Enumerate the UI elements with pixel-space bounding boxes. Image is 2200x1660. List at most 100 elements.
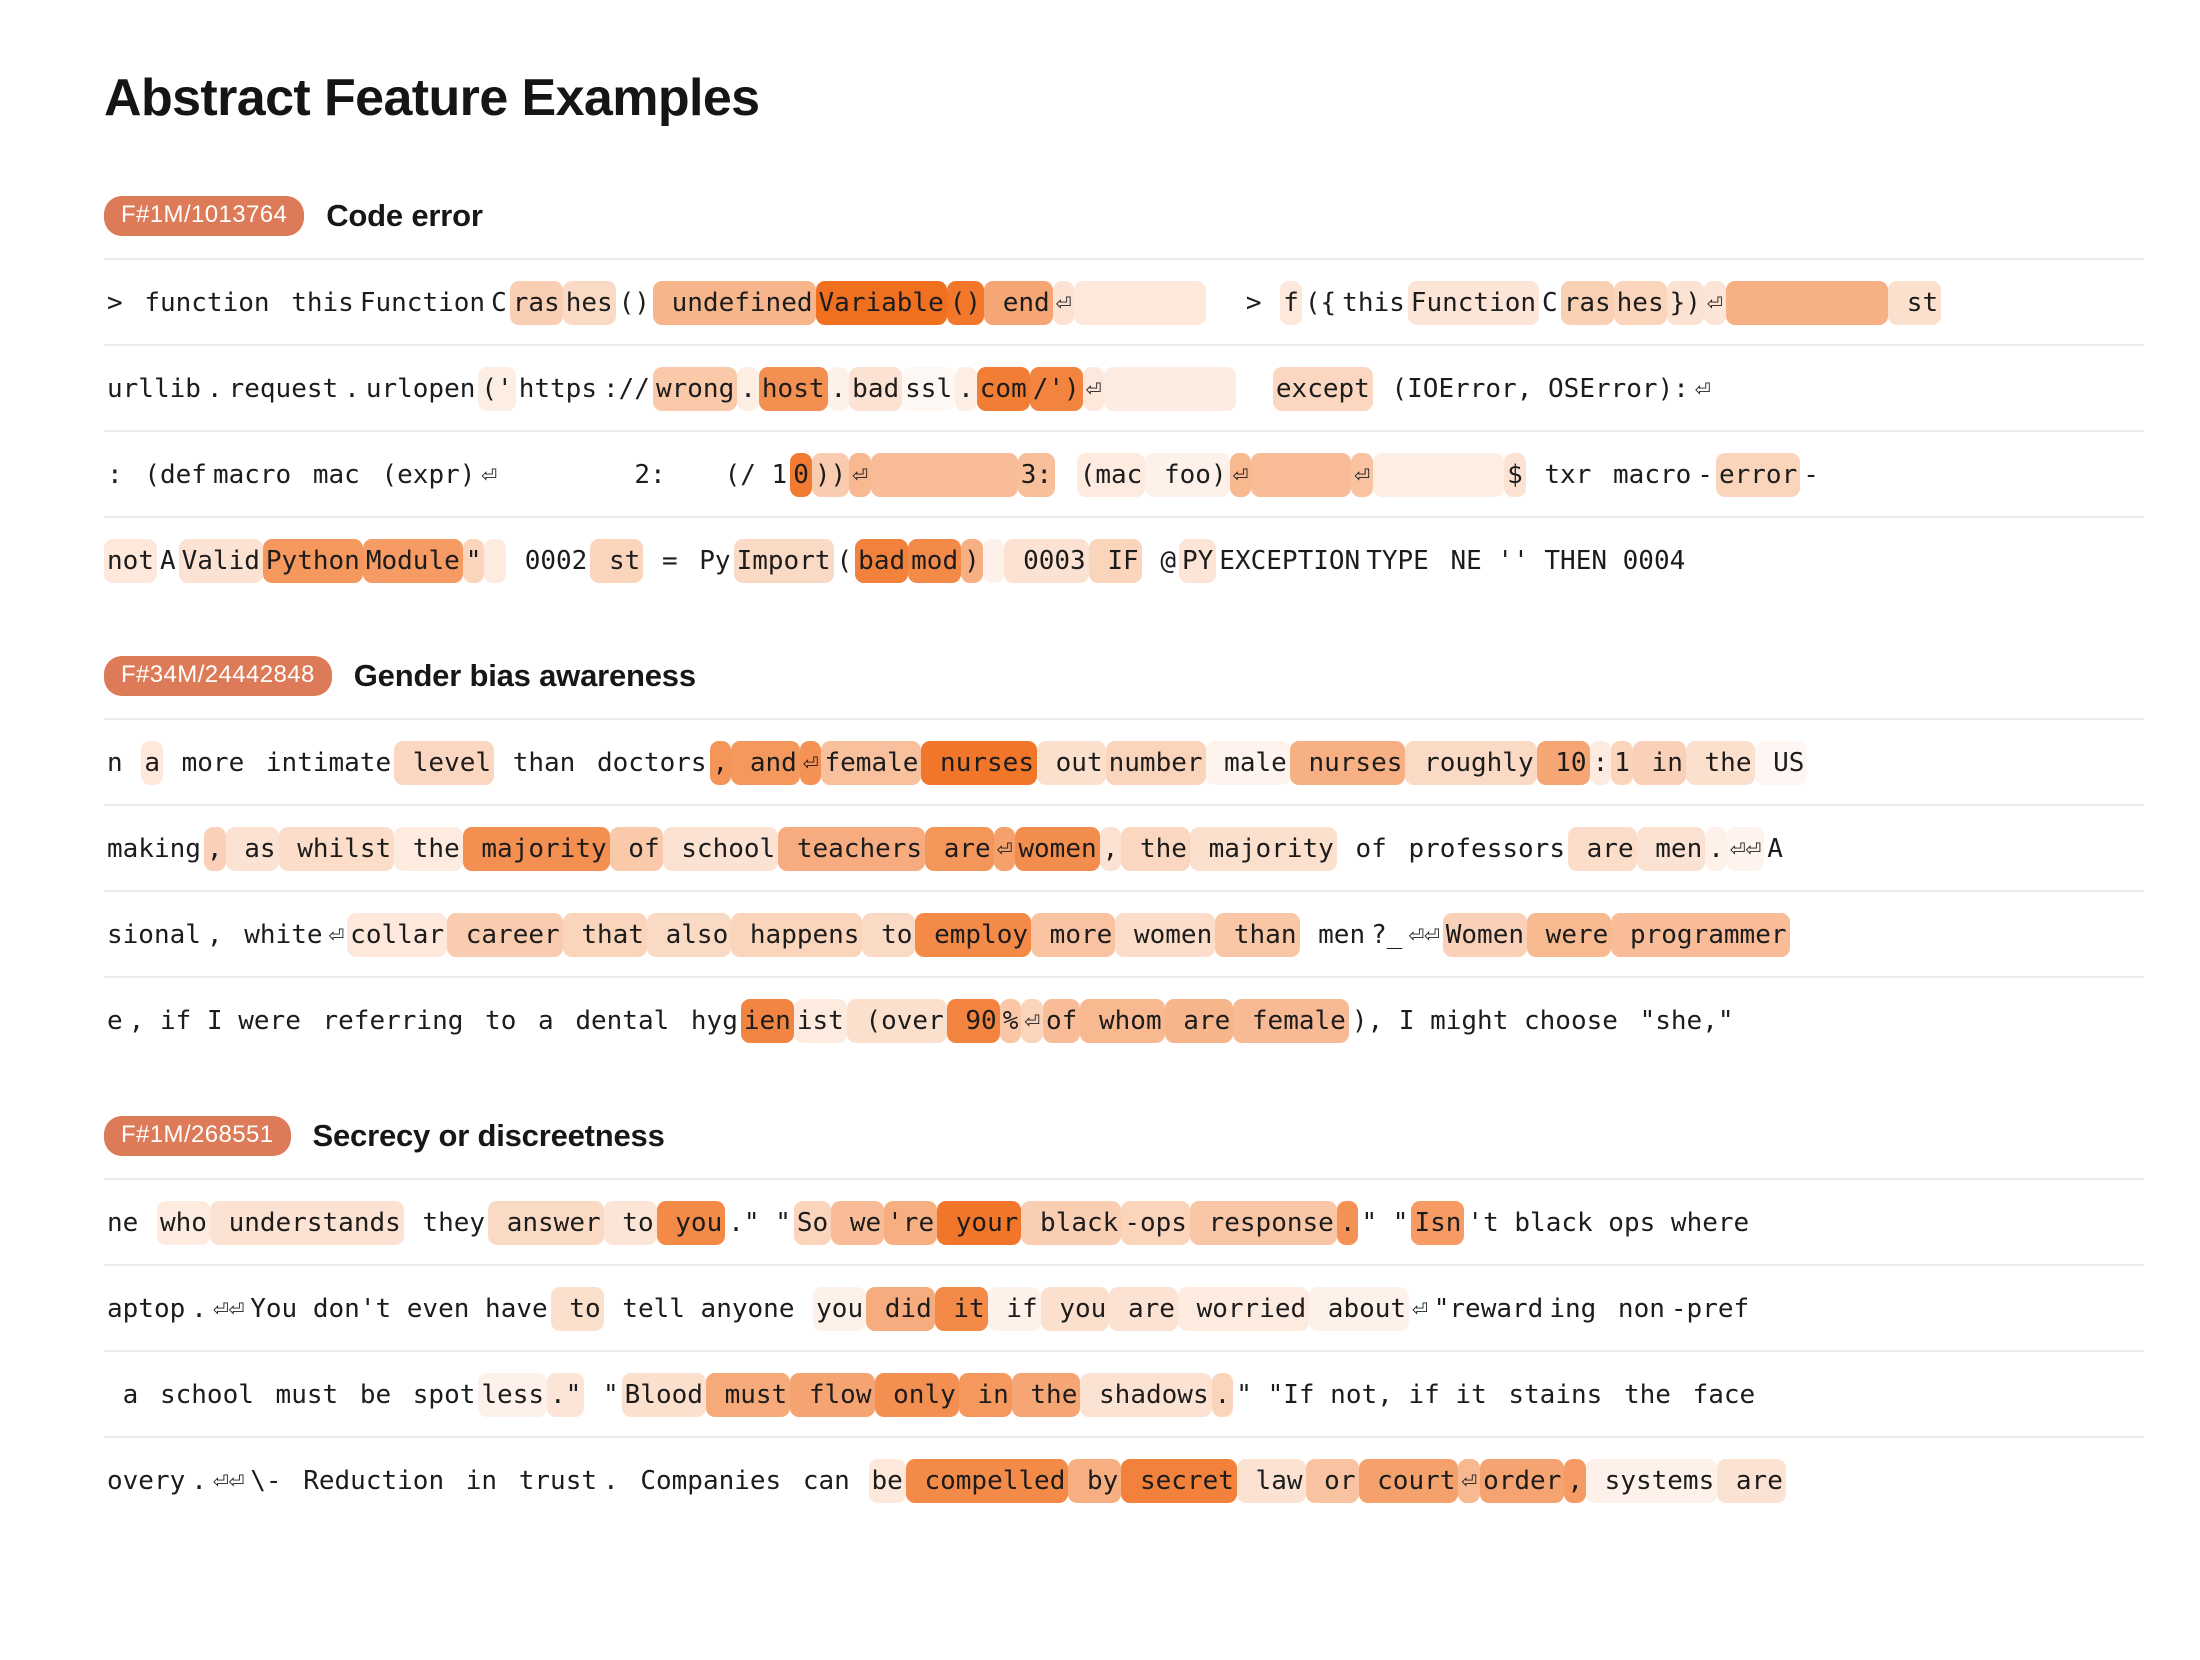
feature-name-label: Gender bias awareness (353, 658, 696, 693)
activation-token: whom (1080, 998, 1165, 1043)
activation-token: error (1715, 452, 1801, 497)
activation-token: st (590, 538, 644, 583)
activation-token: you (1040, 1286, 1110, 1331)
activation-token: NE '' THEN 0004 (1434, 545, 1686, 576)
example-row[interactable]: a school must be spot less ." " Blood must … (104, 1352, 2144, 1438)
feature-header: F#1M/1013764 Code error (104, 196, 2200, 258)
activation-token: or (1305, 1458, 1359, 1503)
activation-token: nurses (921, 740, 1037, 785)
activation-token: to (550, 1286, 604, 1331)
activation-token: 0003 (1004, 538, 1089, 583)
activation-token: , if I were (128, 1005, 317, 1036)
feature-id-badge[interactable]: F#34M/24442848 (104, 656, 332, 696)
activation-token: were (1527, 912, 1612, 957)
activation-token: 3: (1017, 452, 1056, 497)
feature-id-badge[interactable]: F#1M/268551 (104, 1116, 291, 1156)
activation-token: we (831, 1200, 885, 1245)
activation-token: - (1697, 459, 1713, 490)
activation-token: mac (297, 459, 376, 490)
activation-token: macro (212, 459, 292, 490)
activation-token: Module (362, 538, 463, 583)
activation-token: roughly (1405, 740, 1537, 785)
activation-token: a (538, 1005, 570, 1036)
activation-token: hes (562, 280, 616, 325)
activation-token: ing (1549, 1293, 1597, 1324)
example-row[interactable]: n a more intimate level than doctors, an… (104, 720, 2144, 806)
activation-token: Import (733, 538, 834, 583)
activation-token: flow (790, 1372, 875, 1417)
example-row[interactable]: e, if I were referring to a dental hyg ie… (104, 978, 2144, 1062)
example-row[interactable]: overy. ⏎⏎ \- Reduction in trust. Companies… (104, 1438, 2144, 1522)
activation-token: , (1564, 1458, 1587, 1503)
activation-token: " "If not, if it (1236, 1379, 1503, 1410)
activation-token: request (228, 373, 339, 404)
feature-name-label: Code error (326, 198, 483, 233)
activation-token: tell anyone (606, 1293, 811, 1324)
activation-token: this (291, 287, 354, 318)
activation-token: as (225, 826, 279, 871)
activation-token: Isn (1411, 1200, 1465, 1245)
page-title: Abstract Feature Examples (104, 69, 760, 127)
example-row[interactable]: > function this Function Cras hes() undefin… (104, 260, 2144, 346)
activation-token: doctors (596, 747, 707, 778)
activation-token: aptop (107, 1293, 186, 1324)
activation-token: law (1236, 1458, 1306, 1503)
feature-block: F#34M/24442848 Gender bias awareness n a m… (0, 656, 2200, 1062)
activation-token: ⏎ (1412, 1293, 1428, 1324)
activation-token: the (1011, 1372, 1081, 1417)
activation-token (1104, 366, 1236, 411)
activation-token: ras (1560, 280, 1614, 325)
activation-token: . (955, 366, 977, 411)
activation-token: ⏎ (1351, 452, 1373, 497)
activation-token: 't black ops where (1467, 1207, 1750, 1238)
example-row[interactable]: : (def macro mac (expr) ⏎ 2: (/ 1 0)) ⏎ 3: (… (104, 432, 2144, 518)
activation-token: answer (488, 1200, 604, 1245)
activation-token (982, 538, 1005, 583)
activation-token (870, 452, 1018, 497)
activation-token: are (1109, 1286, 1178, 1331)
example-row[interactable]: aptop. ⏎⏎ You don't even have to tell anyo… (104, 1266, 2144, 1352)
activation-token: ⏎ (1229, 452, 1252, 497)
activation-token: this (1342, 287, 1405, 318)
activation-token: , (1099, 826, 1122, 871)
activation-token: female (1233, 998, 1349, 1043)
activation-token: " (462, 538, 485, 583)
activation-token: Women (1442, 912, 1528, 957)
activation-token: end (984, 280, 1053, 325)
activation-token: ⏎ (328, 919, 345, 950)
activation-token: urlopen (365, 373, 476, 404)
example-row[interactable]: sional, white ⏎ collar career that also ha… (104, 892, 2144, 978)
activation-token (1074, 280, 1206, 325)
activation-token: response (1189, 1200, 1337, 1245)
activation-token: also (646, 912, 732, 957)
activation-token: : (107, 459, 139, 490)
activation-token: more (165, 747, 260, 778)
feature-header: F#34M/24442848 Gender bias awareness (104, 656, 2200, 718)
activation-token: are (1567, 826, 1637, 871)
activation-token (1372, 452, 1505, 497)
feature-id-badge[interactable]: F#1M/1013764 (104, 196, 305, 236)
activation-token: shadows (1080, 1372, 1212, 1417)
activation-token: a (107, 1379, 154, 1410)
activation-token: secret (1121, 1458, 1237, 1503)
activation-token: 're (884, 1200, 938, 1245)
activation-token: So (793, 1200, 832, 1245)
example-row[interactable]: urllib. request. urlopen (' https://wrong. ho… (104, 346, 2144, 432)
example-row[interactable]: making, as whilst the majority of school… (104, 806, 2144, 892)
activation-token: :// (602, 373, 650, 404)
activation-token: "she," (1639, 1005, 1734, 1036)
feature-name-label: Secrecy or discreetness (312, 1118, 665, 1153)
example-row[interactable]: not A Valid Python Module " 0002 st = Py Impor… (104, 518, 2144, 602)
activation-token: % (999, 998, 1022, 1043)
example-row[interactable]: ne who understands they answer to you ." … (104, 1180, 2144, 1266)
activation-token: ist (793, 998, 847, 1043)
activation-token: the (1121, 826, 1190, 871)
activation-token: "reward (1433, 1293, 1544, 1324)
activation-token: ⏎⏎ (1726, 826, 1765, 871)
activation-token: mod (908, 538, 962, 583)
activation-token: st (1888, 280, 1942, 325)
activation-token: professors (1408, 833, 1565, 864)
activation-token: ." " (728, 1207, 791, 1238)
activation-token (1055, 453, 1077, 497)
activation-token: programmer (1611, 912, 1790, 957)
